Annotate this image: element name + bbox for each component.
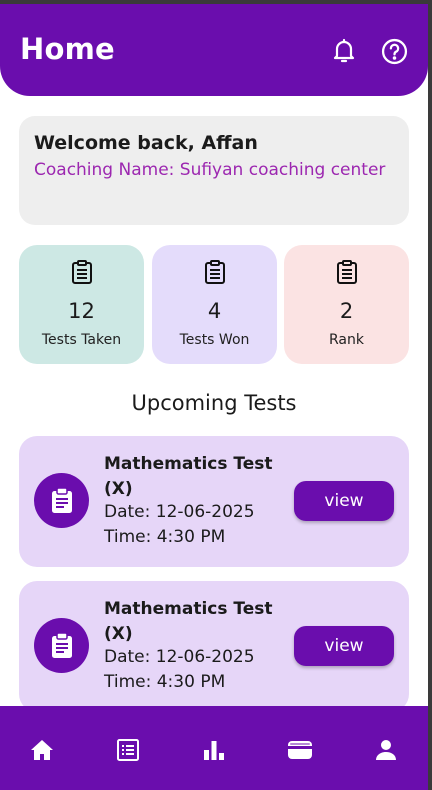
leaderboard-icon[interactable] — [200, 736, 228, 764]
test-card[interactable]: Mathematics Test (X) Date: 12-06-2025 Ti… — [19, 581, 409, 712]
stat-rank[interactable]: 2 Rank — [284, 245, 409, 364]
clipboard-icon — [71, 260, 92, 284]
welcome-title: Welcome back, Affan — [34, 132, 258, 154]
test-date: Date: 12-06-2025 — [104, 647, 255, 667]
assignment-icon — [51, 631, 72, 658]
help-icon[interactable] — [380, 37, 408, 65]
stat-tests-won[interactable]: 4 Tests Won — [152, 245, 277, 364]
home-icon[interactable] — [28, 736, 56, 764]
page-title: Home — [20, 32, 115, 66]
upcoming-tests-heading: Upcoming Tests — [131, 391, 297, 415]
clipboard-icon — [204, 260, 225, 284]
stat-value: 4 — [207, 299, 222, 323]
coaching-name: Coaching Name: Sufiyan coaching center — [34, 160, 386, 180]
stat-label: Rank — [329, 332, 364, 348]
bell-icon[interactable] — [330, 37, 358, 65]
app-screen: Home Welcome back, Affan Coaching Name: … — [0, 4, 428, 790]
view-test-button[interactable]: view — [294, 481, 394, 521]
wallet-icon[interactable] — [286, 736, 314, 764]
welcome-card: Welcome back, Affan Coaching Name: Sufiy… — [19, 116, 409, 225]
stat-tests-taken[interactable]: 12 Tests Taken — [19, 245, 144, 364]
tests-list-icon[interactable] — [114, 736, 142, 764]
view-test-button[interactable]: view — [294, 626, 394, 666]
test-avatar — [34, 618, 89, 673]
stat-label: Tests Taken — [41, 332, 122, 348]
clipboard-icon — [336, 260, 357, 284]
test-time: Time: 4:30 PM — [104, 527, 226, 547]
test-name: Mathematics Test (X) — [104, 454, 273, 499]
app-bar: Home — [0, 4, 428, 96]
test-date: Date: 12-06-2025 — [104, 502, 255, 522]
profile-icon[interactable] — [372, 736, 400, 764]
test-time: Time: 4:30 PM — [104, 672, 226, 692]
stat-value: 2 — [339, 299, 354, 323]
assignment-icon — [51, 486, 72, 513]
stat-label: Tests Won — [179, 332, 250, 348]
test-avatar — [34, 473, 89, 528]
test-card[interactable]: Mathematics Test (X) Date: 12-06-2025 Ti… — [19, 436, 409, 567]
bottom-navigation — [0, 706, 428, 790]
stat-value: 12 — [68, 299, 95, 323]
test-name: Mathematics Test (X) — [104, 599, 273, 644]
